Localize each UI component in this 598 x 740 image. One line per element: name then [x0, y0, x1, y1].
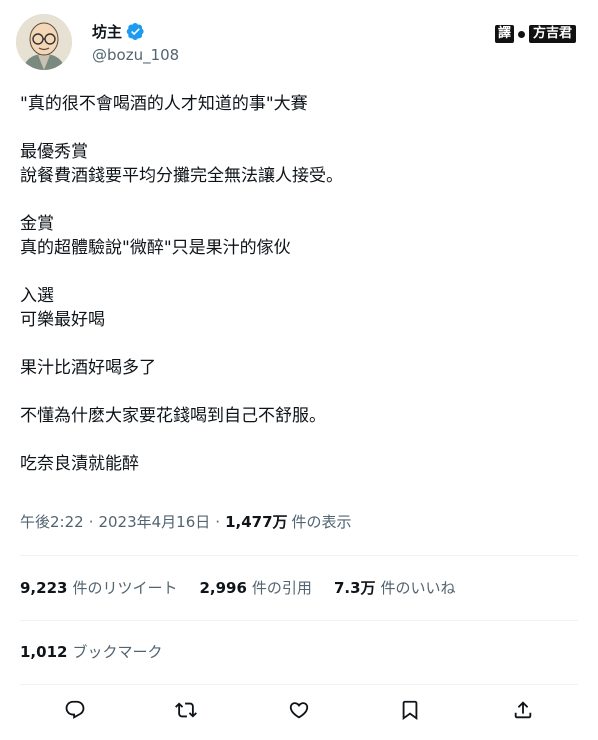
tweet-paragraph: 入選 可樂最好喝 — [20, 286, 105, 330]
retweets-count: 9,223 — [20, 578, 68, 597]
translator-dot — [517, 30, 525, 38]
reply-button[interactable] — [59, 696, 91, 728]
bookmarks-label: ブックマーク — [72, 643, 163, 661]
divider — [20, 684, 578, 685]
views-count: 1,477万 — [225, 513, 288, 531]
retweet-button[interactable] — [170, 696, 202, 728]
like-button[interactable] — [283, 696, 315, 728]
bookmark-button[interactable] — [394, 696, 426, 728]
share-button[interactable] — [507, 696, 539, 728]
user-handle[interactable]: @bozu_108 — [92, 46, 179, 64]
quotes-label: 件の引用 — [251, 579, 312, 597]
tweet-paragraph: 吃奈良漬就能醉 — [20, 454, 139, 474]
retweets-label: 件のリツイート — [72, 579, 178, 597]
tweet-paragraph: "真的很不會喝酒的人才知道的事"大賽 — [20, 94, 308, 114]
tweet-paragraph: 金賞 真的超體驗說"微醉"只是果汁的傢伙 — [20, 214, 291, 258]
divider — [20, 555, 578, 556]
translator-mark: 譯 — [494, 25, 514, 43]
name-row: 坊主 — [92, 20, 145, 42]
meta-separator: · — [88, 512, 94, 531]
display-name[interactable]: 坊主 — [92, 21, 122, 42]
bookmarks-stat[interactable]: 1,012 ブックマーク — [20, 641, 162, 662]
translator-watermark: 譯 方吉君 — [494, 24, 576, 44]
tweet-meta: 午後2:22 · 2023年4月16日 · 1,477万 件の表示 — [20, 511, 352, 532]
likes-count: 7.3万 — [333, 579, 376, 597]
tweet-paragraph: 不懂為什麽大家要花錢喝到自己不舒服。 — [20, 406, 326, 426]
action-bar — [20, 696, 578, 728]
engagement-stats: 9,223 件のリツイート 2,996 件の引用 7.3万 件のいいね — [20, 577, 478, 598]
tweet-text: "真的很不會喝酒的人才知道的事"大賽 最優秀賞 說餐費酒錢要平均分攤完全無法讓人… — [20, 92, 580, 500]
quotes-stat[interactable]: 2,996 件の引用 — [199, 577, 311, 598]
likes-label: 件のいいね — [380, 579, 456, 597]
verified-badge-icon — [126, 22, 145, 41]
bookmarks-count: 1,012 — [20, 642, 68, 661]
avatar[interactable] — [16, 14, 72, 70]
reply-icon — [64, 699, 86, 725]
tweet-header: 坊主 @bozu_108 譯 方吉君 — [16, 14, 582, 70]
views-label: 件の表示 — [291, 513, 352, 531]
meta-separator: · — [215, 512, 221, 531]
likes-stat[interactable]: 7.3万 件のいいね — [334, 577, 456, 598]
bookmark-icon — [399, 699, 421, 725]
divider — [20, 620, 578, 621]
tweet-time[interactable]: 午後2:22 — [20, 511, 84, 532]
tweet-paragraph: 果汁比酒好喝多了 — [20, 358, 156, 378]
retweets-stat[interactable]: 9,223 件のリツイート — [20, 577, 177, 598]
tweet-paragraph: 最優秀賞 說餐費酒錢要平均分攤完全無法讓人接受。 — [20, 142, 343, 186]
share-icon — [512, 699, 534, 725]
retweet-icon — [175, 699, 197, 725]
tweet-date[interactable]: 2023年4月16日 — [98, 511, 210, 532]
translator-name: 方吉君 — [528, 25, 576, 43]
like-icon — [288, 699, 310, 725]
quotes-count: 2,996 — [199, 578, 247, 597]
